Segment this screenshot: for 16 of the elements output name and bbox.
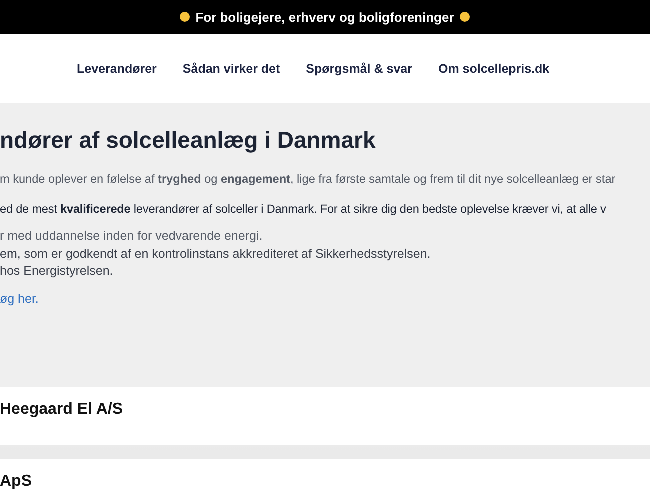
supplier-name: Heegaard El A/S [0,401,124,419]
requirement-item: hos Energistyrelsen. [0,263,114,280]
banner-text: For boligejere, erhverv og boligforeninger [196,10,454,24]
nav-link[interactable]: Om solcellepris.dk [438,62,550,76]
sun-icon [460,12,470,22]
statement-text: ed de mest kvalificerede leverandører af solceller i Danmark. For at sikre dig den bedste oplevelse kræver vi, at alle v [0,202,608,216]
intro-text: m kunde oplever en følelse af tryghed og engagement, lige fra første samtale og frem til dit nye solcelleanlæg er star [0,172,617,186]
requirement-item: r med uddannelse inden for vedvarende energi. [0,228,264,245]
nav-link[interactable]: Leverandører [77,62,157,76]
supplier-name: ApS [0,473,33,491]
sun-icon [180,12,190,22]
requirement-item: em, som er godkendt af en kontrolinstans akkrediteret af Sikkerhedsstyrelsen. [0,246,432,263]
read-more-link[interactable]: øg her. [0,292,39,306]
page-heading: ndører af solcelleanlæg i Danmark [0,127,377,154]
nav-link[interactable]: Sådan virker det [182,62,280,76]
nav-link[interactable]: Spørgsmål & svar [306,62,412,76]
